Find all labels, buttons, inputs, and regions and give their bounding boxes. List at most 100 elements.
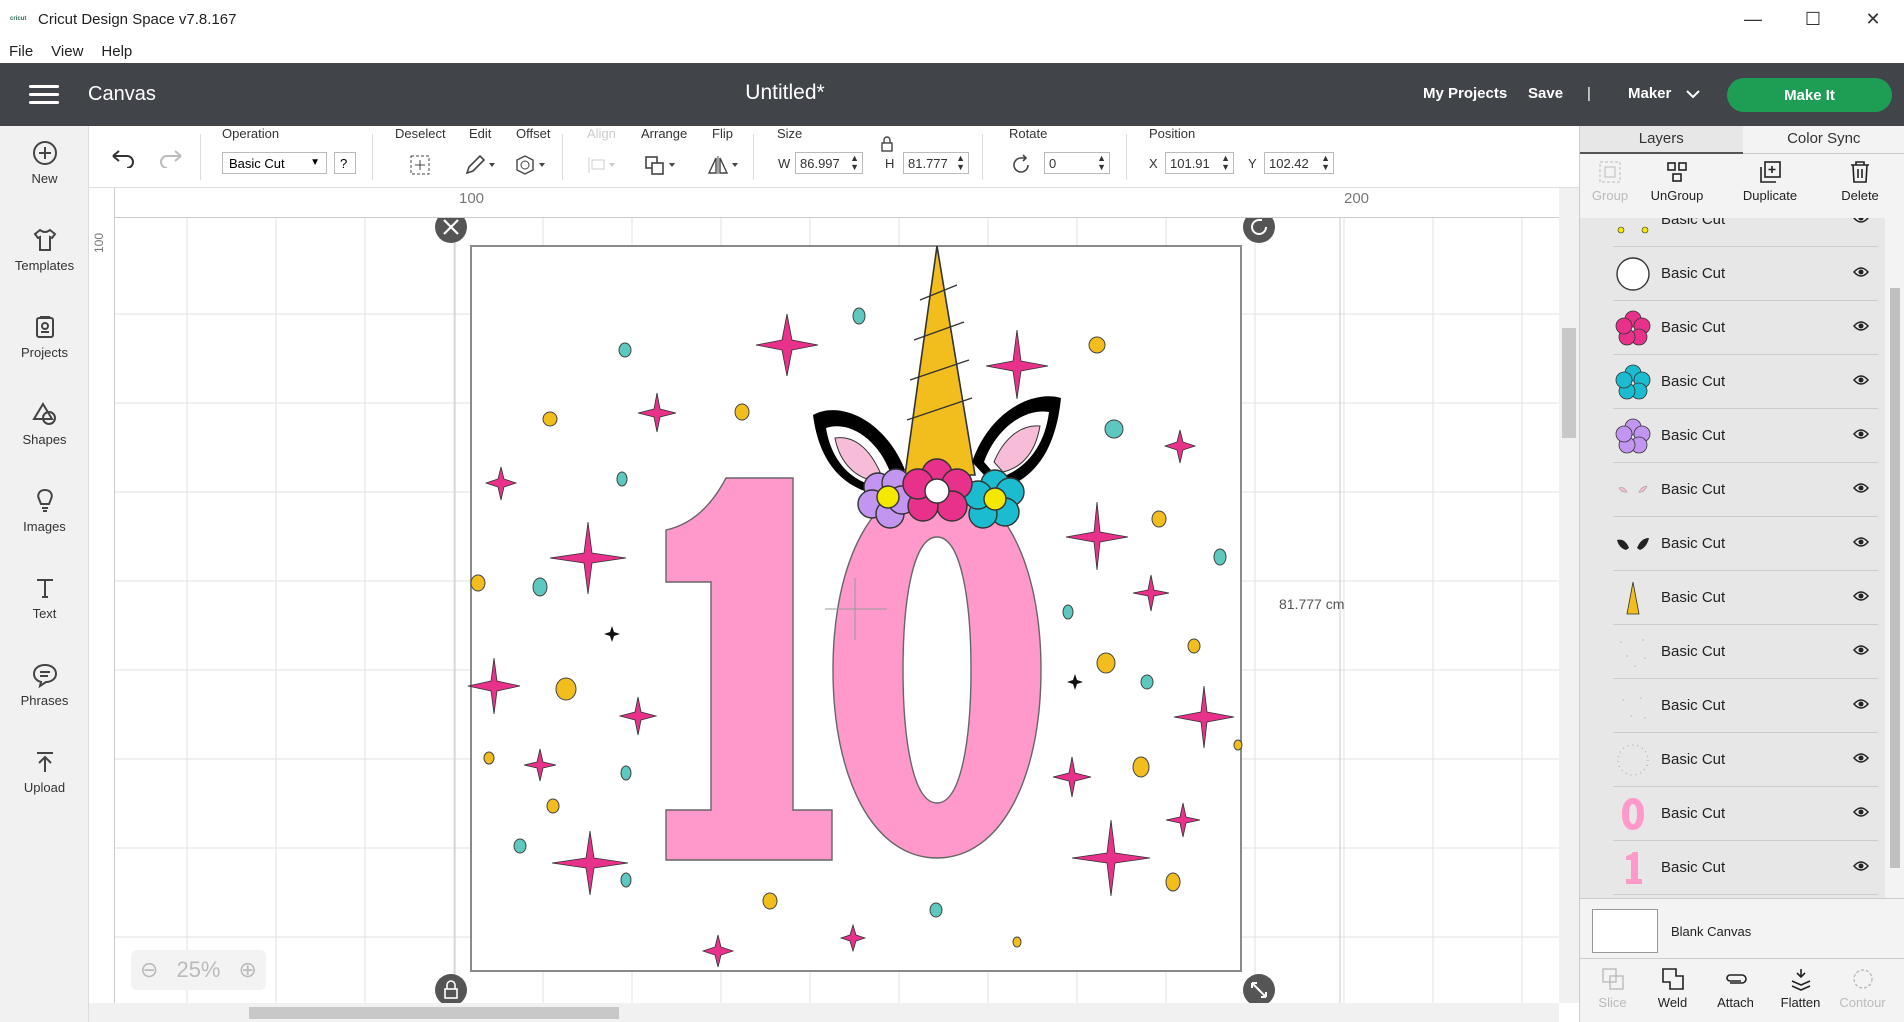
menu-view[interactable]: View (51, 43, 83, 60)
sidebar-item-shapes[interactable]: Shapes (0, 387, 89, 467)
rotate-label: Rotate (1009, 126, 1048, 141)
design-canvas[interactable]: 81.777 cm (89, 188, 1559, 1003)
blank-canvas-swatch[interactable] (1592, 909, 1658, 953)
save-link[interactable]: Save (1528, 85, 1563, 102)
close-window-button[interactable]: ✕ (1844, 0, 1902, 38)
weld-button[interactable]: Weld (1640, 967, 1705, 1010)
operation-select[interactable]: Basic Cut ▼ (222, 152, 327, 174)
layers-scrollbar[interactable] (1885, 218, 1904, 898)
layer-row[interactable]: Basic Cut (1613, 625, 1878, 679)
lightbulb-icon (36, 488, 53, 512)
ungroup-button[interactable]: UnGroup (1637, 160, 1717, 203)
eye-icon[interactable] (1853, 428, 1869, 440)
slice-button[interactable]: Slice (1580, 967, 1645, 1010)
eye-icon[interactable] (1853, 644, 1869, 656)
horizontal-scroll-thumb[interactable] (249, 1007, 619, 1019)
layer-row[interactable]: Basic Cut (1613, 517, 1878, 571)
make-it-button[interactable]: Make It (1727, 78, 1892, 112)
arrange-icon[interactable] (644, 154, 680, 176)
shapes-icon (31, 402, 56, 425)
rotate-input[interactable]: 0 ▲ ▼ (1044, 152, 1110, 174)
layer-row[interactable]: Basic Cut (1613, 247, 1878, 301)
deselect-icon[interactable] (409, 154, 431, 176)
sidebar-label-upload: Upload (23, 780, 66, 795)
width-stepper-icon[interactable]: ▲ ▼ (850, 154, 859, 172)
y-position-input[interactable]: 102.42 ▲ ▼ (1264, 152, 1334, 174)
layer-row[interactable]: Basic Cut (1613, 787, 1878, 841)
layer-thumb-pink-flower (1615, 310, 1651, 346)
duplicate-button[interactable]: Duplicate (1730, 160, 1810, 203)
layer-row[interactable]: Basic Cut (1613, 301, 1878, 355)
layers-scroll-thumb[interactable] (1890, 288, 1900, 868)
layer-row[interactable]: Basic Cut (1613, 409, 1878, 463)
edit-pencil-icon[interactable] (464, 154, 500, 176)
dropdown-arrow-icon: ▼ (310, 157, 320, 168)
eye-icon[interactable] (1853, 266, 1869, 278)
eye-icon[interactable] (1853, 320, 1869, 332)
flip-icon[interactable] (707, 154, 743, 176)
attach-button[interactable]: Attach (1703, 967, 1768, 1010)
layer-row[interactable]: Basic Cut (1613, 679, 1878, 733)
hamburger-menu-icon[interactable] (29, 85, 59, 105)
vertical-scrollbar[interactable] (1559, 188, 1579, 1003)
layer-row[interactable]: Basic Cut (1613, 218, 1878, 247)
eye-icon[interactable] (1853, 218, 1869, 224)
tab-color-sync[interactable]: Color Sync (1742, 126, 1904, 154)
machine-select[interactable]: Maker (1628, 85, 1700, 102)
height-stepper-icon[interactable]: ▲ ▼ (956, 154, 965, 172)
sidebar-label-images: Images (23, 519, 66, 534)
eye-icon[interactable] (1853, 482, 1869, 494)
sidebar-item-projects[interactable]: Projects (0, 300, 89, 380)
layer-row[interactable]: Basic Cut (1613, 463, 1878, 517)
x-stepper-icon[interactable]: ▲ ▼ (1221, 154, 1230, 172)
eye-icon[interactable] (1853, 590, 1869, 602)
menu-file[interactable]: File (9, 43, 33, 60)
zoom-out-button[interactable]: ⊖ (140, 957, 158, 983)
eye-icon[interactable] (1853, 536, 1869, 548)
sidebar-item-new[interactable]: New (0, 126, 89, 206)
minimize-button[interactable]: — (1724, 0, 1782, 38)
contour-button[interactable]: Contour (1830, 967, 1895, 1010)
layer-row[interactable]: Basic Cut (1613, 841, 1878, 895)
vertical-scroll-thumb[interactable] (1562, 328, 1576, 438)
layer-row[interactable]: Basic Cut (1613, 355, 1878, 409)
eye-icon[interactable] (1853, 860, 1869, 872)
eye-icon[interactable] (1853, 374, 1869, 386)
sidebar-item-images[interactable]: Images (0, 474, 89, 554)
operation-help-button[interactable]: ? (334, 152, 356, 174)
y-stepper-icon[interactable]: ▲ ▼ (1321, 154, 1330, 172)
sidebar-item-phrases[interactable]: Phrases (0, 648, 89, 728)
rotate-stepper-icon[interactable]: ▲ ▼ (1097, 154, 1106, 172)
height-input[interactable]: 81.777 ▲ ▼ (903, 152, 969, 174)
zoom-in-button[interactable]: ⊕ (239, 957, 257, 983)
layer-row[interactable]: Basic Cut (1613, 733, 1878, 787)
offset-icon[interactable] (514, 154, 550, 176)
tab-layers[interactable]: Layers (1580, 126, 1743, 154)
document-title[interactable]: Untitled* (700, 81, 870, 105)
eye-icon[interactable] (1853, 698, 1869, 710)
sidebar-item-upload[interactable]: Upload (0, 735, 89, 815)
x-position-input[interactable]: 101.91 ▲ ▼ (1165, 152, 1234, 174)
menu-help[interactable]: Help (101, 43, 132, 60)
text-icon (36, 579, 53, 598)
rotate-icon (1013, 154, 1029, 173)
lock-ratio-icon[interactable] (880, 136, 894, 152)
sidebar-label-shapes: Shapes (22, 432, 67, 447)
redo-icon[interactable] (158, 148, 184, 168)
width-input[interactable]: 86.997 ▲ ▼ (795, 152, 863, 174)
eye-icon[interactable] (1853, 752, 1869, 764)
horizontal-scrollbar[interactable] (89, 1003, 1559, 1022)
delete-button[interactable]: Delete (1820, 160, 1900, 203)
sidebar-item-text[interactable]: Text (0, 561, 89, 641)
layer-thumb-white-circle (1616, 257, 1650, 291)
sidebar-item-templates[interactable]: Templates (0, 213, 89, 293)
my-projects-link[interactable]: My Projects (1423, 85, 1507, 102)
undo-icon[interactable] (110, 148, 136, 168)
flatten-button[interactable]: Flatten (1768, 967, 1833, 1010)
layer-row[interactable]: Basic Cut (1613, 571, 1878, 625)
maximize-button[interactable]: ☐ (1784, 0, 1842, 38)
position-label: Position (1149, 126, 1196, 141)
eye-icon[interactable] (1853, 806, 1869, 818)
blank-canvas-row[interactable]: Blank Canvas (1580, 898, 1904, 958)
layer-thumb-gold-horn (1626, 581, 1640, 615)
